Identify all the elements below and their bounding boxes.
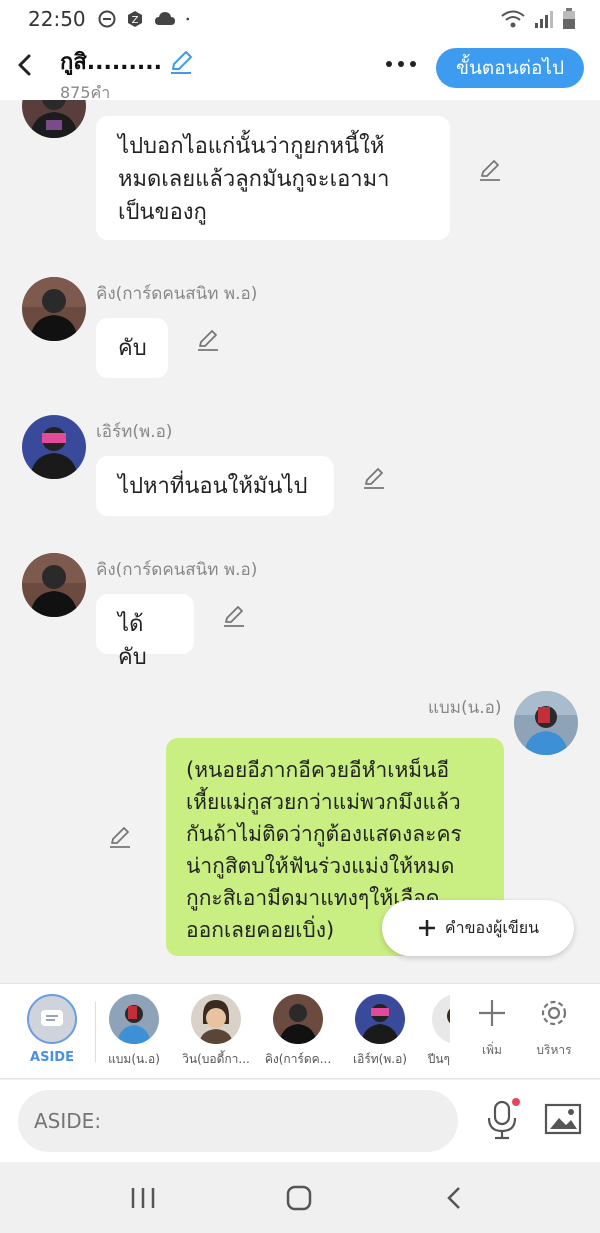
message-line: ไปบอกไอแก่นั้นว่ากูยกหนี้ให้: [118, 134, 385, 159]
svg-text:Z: Z: [131, 15, 138, 26]
home-icon[interactable]: [284, 1185, 314, 1211]
recent-apps-icon[interactable]: [128, 1185, 158, 1211]
character-bar: ASIDE แบม(น.อ) วิน(บอดี้กา... คิง(การ์ดค…: [0, 983, 600, 1079]
message-line: น่ากูสิตบให้ฟันร่วงแม่งให้หมด: [186, 854, 455, 878]
message-input[interactable]: [18, 1090, 458, 1152]
message-line: คับ: [118, 336, 147, 361]
sender-name: เอิร์ท(พ.อ): [96, 422, 173, 442]
sender-name: คิง(การ์ดคนสนิท พ.อ): [96, 560, 258, 580]
author-note-button[interactable]: คำของผู้เขียน: [382, 900, 574, 956]
character-avatar: [109, 994, 159, 1044]
message-bubble[interactable]: ไปบอกไอแก่นั้นว่ากูยกหนี้ให้ หมดเลยแล้วล…: [96, 116, 450, 240]
story-title: กูสิ.........: [60, 44, 194, 79]
microphone-icon[interactable]: [484, 1098, 520, 1142]
character-item[interactable]: เอิร์ท(พ.อ): [340, 994, 420, 1069]
message-line: ได้คับ: [118, 612, 147, 670]
character-avatar: [273, 994, 323, 1044]
message-line: เหี้ยแม่กูสวยกว่าแม่พวกมึงแล้ว: [186, 790, 461, 814]
character-name: แบม(น.อ): [108, 1052, 160, 1066]
system-nav-bar: [0, 1163, 600, 1233]
message-line: หมดเลยแล้วลูกมันกูจะเอามา: [118, 167, 390, 192]
chat-area[interactable]: ไปบอกไอแก่นั้นว่ากูยกหนี้ให้ หมดเลยแล้วล…: [0, 100, 600, 982]
message-line: (หนอยอีภากอีควยอีหำเหม็นอี: [186, 758, 450, 782]
message-line: เป็นของกู: [118, 200, 207, 225]
story-title-text: กูสิ.........: [60, 50, 162, 75]
plus-icon: [479, 1000, 505, 1026]
battery-icon: [563, 8, 575, 29]
add-character-button[interactable]: เพิ่ม: [462, 996, 522, 1060]
message-line: กันถ้าไม่ติดว่ากูต้องแสดงละคร: [186, 822, 462, 846]
edit-message-icon[interactable]: [362, 466, 386, 490]
next-step-button[interactable]: ขั้นตอนต่อไป: [436, 48, 584, 88]
character-item[interactable]: แบม(น.อ): [94, 994, 174, 1069]
edit-message-icon[interactable]: [222, 604, 246, 628]
character-name: เอิร์ท(พ.อ): [353, 1052, 407, 1066]
author-note-label: คำของผู้เขียน: [444, 917, 540, 937]
back-icon[interactable]: [440, 1185, 470, 1211]
input-bar: [0, 1080, 600, 1162]
chat-bubble-icon: [41, 1010, 63, 1026]
status-bar: 22:50 Z: [0, 0, 600, 38]
manage-label: บริหาร: [536, 1043, 572, 1057]
aside-label: ASIDE: [30, 1050, 74, 1065]
do-not-disturb-icon: [98, 10, 116, 28]
wifi-icon: [501, 10, 525, 28]
dot-icon: [186, 17, 189, 21]
avatar[interactable]: [22, 277, 86, 341]
character-name: คิง(การ์ดค...: [264, 1052, 332, 1066]
message-bubble[interactable]: คับ: [96, 318, 168, 378]
avatar[interactable]: [514, 691, 578, 755]
plus-icon: [418, 920, 435, 936]
manage-button[interactable]: บริหาร: [524, 996, 584, 1060]
top-bar: กูสิ......... 875คำ ขั้นตอนต่อไป: [0, 38, 600, 102]
edit-message-icon[interactable]: [196, 328, 220, 352]
edit-title-icon[interactable]: [168, 49, 194, 75]
status-right-icons: [500, 8, 576, 30]
character-aside[interactable]: ASIDE: [12, 994, 92, 1065]
more-options-icon[interactable]: [384, 54, 418, 74]
character-item[interactable]: ปีนๆ: [410, 994, 450, 1069]
character-name: วิน(บอดี้กา...: [182, 1052, 250, 1066]
message-line: ไปหาที่นอนให้มันไป: [118, 474, 308, 499]
add-label: เพิ่ม: [482, 1043, 502, 1057]
image-icon[interactable]: [544, 1100, 582, 1138]
app-notification-icon: Z: [127, 11, 142, 27]
character-avatar: [432, 994, 450, 1044]
cloud-icon: [154, 12, 175, 25]
back-arrow-icon[interactable]: [10, 50, 40, 80]
sender-name: แบม(น.อ): [428, 698, 502, 718]
signal-icon: [535, 11, 553, 28]
aside-avatar: [27, 994, 77, 1044]
status-time: 22:50: [28, 7, 86, 31]
character-name: ปีนๆ: [427, 1052, 450, 1066]
message-bubble[interactable]: ได้คับ: [96, 594, 194, 670]
sender-name: คิง(การ์ดคนสนิท พ.อ): [96, 284, 258, 304]
message-bubble[interactable]: ไปหาที่นอนให้มันไป: [96, 456, 334, 516]
gear-icon: [541, 1000, 567, 1026]
avatar[interactable]: [22, 100, 86, 138]
character-avatar: [355, 994, 405, 1044]
avatar[interactable]: [22, 415, 86, 479]
character-avatar: [191, 994, 241, 1044]
title-area[interactable]: กูสิ......... 875คำ: [60, 44, 194, 106]
character-item[interactable]: วิน(บอดี้กา...: [176, 994, 256, 1069]
edit-message-icon[interactable]: [108, 825, 132, 849]
avatar[interactable]: [22, 553, 86, 617]
character-item[interactable]: คิง(การ์ดค...: [258, 994, 338, 1069]
edit-message-icon[interactable]: [478, 158, 502, 182]
